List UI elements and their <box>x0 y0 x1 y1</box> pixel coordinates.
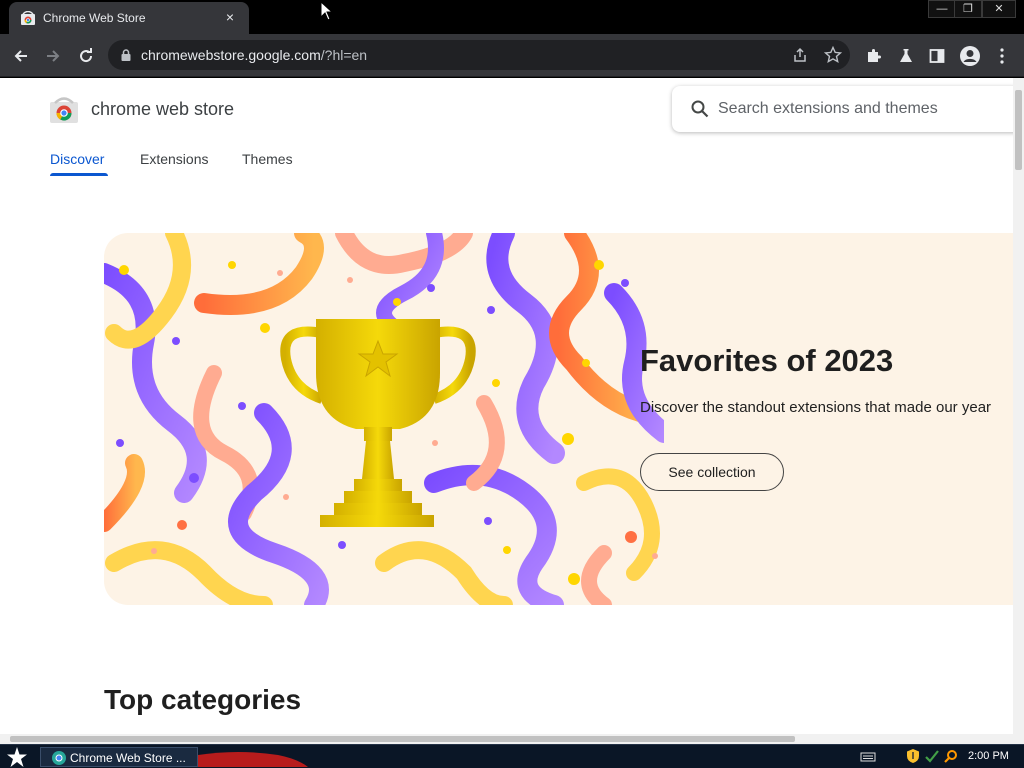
puzzle-piece-icon <box>868 49 881 62</box>
taskbar-window-button[interactable]: Chrome Web Store ... <box>40 747 198 767</box>
title-bar: Chrome Web Store × — ❐ ✕ <box>0 0 1024 34</box>
hero-banner[interactable]: Favorites of 2023 Discover the standout … <box>104 233 1013 605</box>
minimize-button[interactable]: — <box>928 0 956 18</box>
hero-description: Discover the standout extensions that ma… <box>640 399 992 416</box>
browser-toolbar: chromewebstore.google.com/?hl=en <box>0 34 1024 77</box>
store-name[interactable]: chrome web store <box>91 99 234 120</box>
hero-title: Favorites of 2023 <box>640 343 894 378</box>
url-path: /?hl=en <box>320 47 368 63</box>
search-box[interactable] <box>672 86 1013 132</box>
taskbar-clock: 2:00 PM <box>968 750 1009 762</box>
reload-button[interactable] <box>73 43 99 69</box>
horizontal-scrollbar[interactable] <box>0 734 1024 744</box>
extensions-button[interactable] <box>861 43 887 69</box>
flask-icon <box>900 49 912 62</box>
tab-discover[interactable]: Discover <box>50 151 104 167</box>
tab-themes[interactable]: Themes <box>242 151 293 167</box>
taskbar: Chrome Web Store ... 2:00 PM <box>0 744 1024 768</box>
reload-icon <box>80 48 93 63</box>
taskbar-decoration <box>198 752 308 767</box>
url-host: chromewebstore.google.com <box>141 47 321 63</box>
vertical-scrollbar[interactable] <box>1013 78 1024 734</box>
back-arrow-icon <box>14 50 27 62</box>
taskbar-window-label: Chrome Web Store ... <box>70 751 186 765</box>
tab-extensions[interactable]: Extensions <box>140 151 208 167</box>
lock-icon <box>121 49 131 61</box>
vertical-scroll-thumb[interactable] <box>1015 90 1022 170</box>
forward-arrow-icon <box>47 50 60 62</box>
back-button[interactable] <box>8 43 34 69</box>
search-input[interactable] <box>718 97 1008 121</box>
browser-tab[interactable]: Chrome Web Store × <box>9 2 249 34</box>
top-categories-heading: Top categories <box>104 684 302 715</box>
search-icon <box>691 100 709 118</box>
tab-title: Chrome Web Store <box>43 11 146 25</box>
labs-button[interactable] <box>893 43 919 69</box>
network-status-icon[interactable] <box>924 748 940 764</box>
chrome-web-store-logo-icon[interactable] <box>50 97 78 123</box>
mouse-cursor-icon <box>320 1 334 21</box>
side-panel-button[interactable] <box>924 43 950 69</box>
see-collection-button[interactable]: See collection <box>640 453 784 491</box>
profile-avatar-icon <box>960 46 980 66</box>
chrome-web-store-favicon-icon <box>21 11 35 25</box>
close-window-button[interactable]: ✕ <box>982 0 1016 18</box>
web-page: chrome web store Discover Extensions The… <box>0 78 1013 734</box>
search-tray-icon[interactable] <box>943 748 959 764</box>
active-tab-indicator <box>50 173 108 176</box>
maximize-button[interactable]: ❐ <box>954 0 982 18</box>
start-star-icon[interactable] <box>4 746 30 768</box>
kebab-menu-icon <box>1000 48 1004 64</box>
share-icon[interactable] <box>792 47 808 63</box>
forward-button[interactable] <box>40 43 66 69</box>
trophy-confetti-illustration <box>104 233 664 605</box>
profile-button[interactable] <box>957 43 983 69</box>
horizontal-scroll-thumb[interactable] <box>10 736 795 742</box>
tab-close-button[interactable]: × <box>221 8 239 26</box>
url-text: chromewebstore.google.com/?hl=en <box>141 47 367 63</box>
side-panel-icon <box>929 49 945 63</box>
bookmark-star-icon[interactable] <box>824 46 842 64</box>
keyboard-icon[interactable] <box>860 748 876 764</box>
menu-button[interactable] <box>989 43 1015 69</box>
address-bar[interactable]: chromewebstore.google.com/?hl=en <box>108 40 850 70</box>
chrome-web-store-task-icon <box>52 751 66 765</box>
security-shield-icon[interactable] <box>905 748 921 764</box>
